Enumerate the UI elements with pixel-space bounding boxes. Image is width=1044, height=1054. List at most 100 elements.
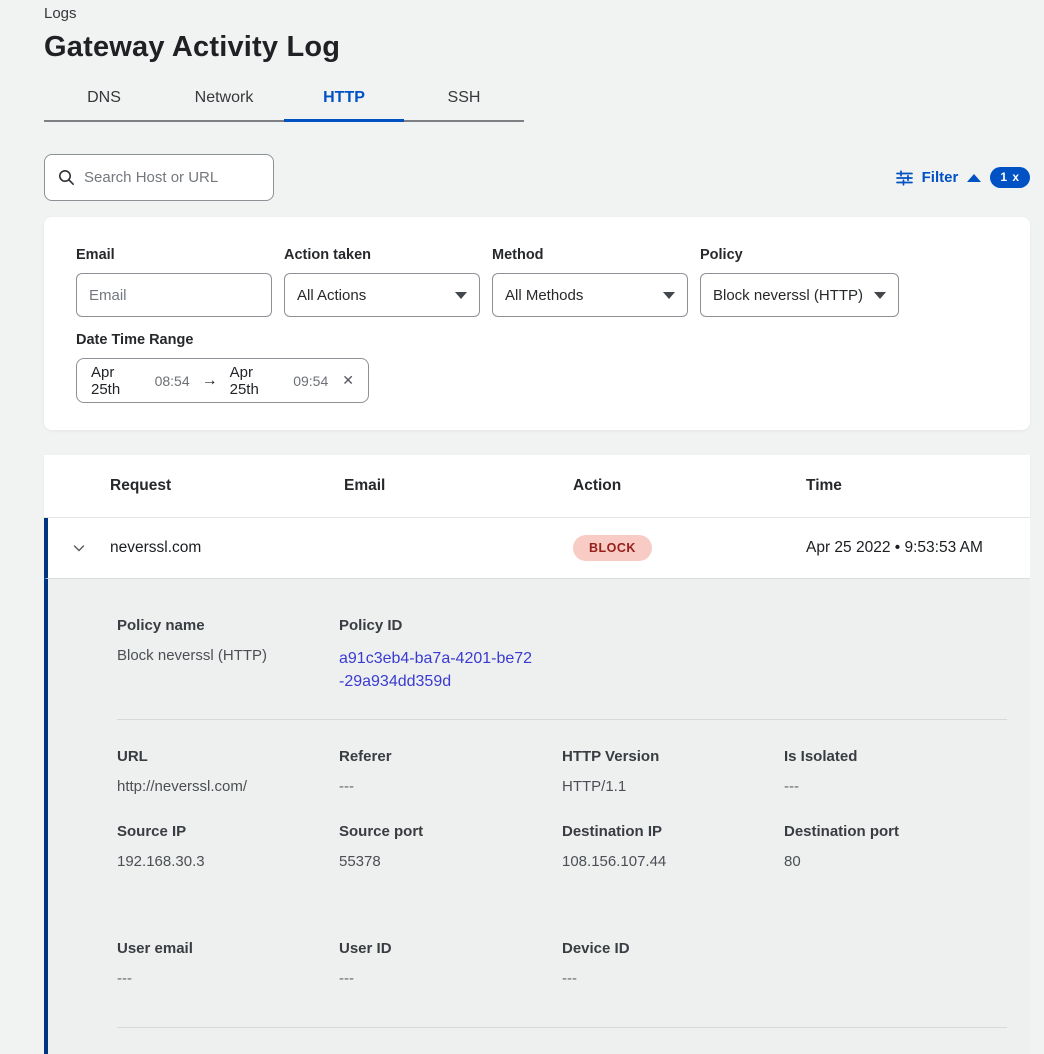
source-port-item: Source port 55378 <box>339 823 562 870</box>
action-taken-field: Action taken All Actions <box>284 247 480 317</box>
device-id-value: --- <box>562 970 784 987</box>
page-title: Gateway Activity Log <box>44 31 1030 64</box>
tab-network[interactable]: Network <box>164 78 284 122</box>
page-content: Logs Gateway Activity Log DNS Network HT… <box>44 0 1030 1054</box>
filter-controls[interactable]: Filter 1 x <box>896 167 1030 188</box>
end-time[interactable]: 09:54 <box>293 373 328 389</box>
url-item: URL http://neverssl.com/ <box>117 748 339 795</box>
referer-value: --- <box>339 778 562 795</box>
user-section: User email --- User ID --- Device ID --- <box>117 940 1007 987</box>
policy-id-label: Policy ID <box>339 617 1007 634</box>
http-version-label: HTTP Version <box>562 748 784 765</box>
method-select[interactable]: All Methods <box>492 273 688 317</box>
expand-chevron-icon[interactable] <box>48 540 110 556</box>
referer-label: Referer <box>339 748 562 765</box>
search-box[interactable] <box>44 154 274 201</box>
date-range-label: Date Time Range <box>76 332 998 348</box>
url-value: http://neverssl.com/ <box>117 778 339 795</box>
email-filter-input[interactable] <box>89 287 259 304</box>
search-icon <box>58 169 75 186</box>
tab-ssh[interactable]: SSH <box>404 78 524 122</box>
row-request: neverssl.com <box>110 539 344 557</box>
policy-id-item: Policy ID a91c3eb4-ba7a-4201-be72-29a934… <box>339 617 1007 693</box>
method-field: Method All Methods <box>492 247 688 317</box>
http-version-value: HTTP/1.1 <box>562 778 784 795</box>
destination-ip-item: Destination IP 108.156.107.44 <box>562 823 784 870</box>
policy-field: Policy Block neverssl (HTTP) <box>700 247 899 317</box>
chevron-down-icon <box>874 292 886 299</box>
source-ip-item: Source IP 192.168.30.3 <box>117 823 339 870</box>
divider <box>117 719 1007 720</box>
source-port-label: Source port <box>339 823 562 840</box>
date-range-picker[interactable]: Apr 25th 08:54 → Apr 25th 09:54 ✕ <box>76 358 369 403</box>
filter-panel: Email Action taken All Actions Method Al… <box>44 217 1030 430</box>
method-value: All Methods <box>505 287 583 304</box>
breadcrumb[interactable]: Logs <box>44 0 1030 22</box>
table-header: Request Email Action Time <box>44 455 1030 518</box>
filter-count-badge[interactable]: 1 x <box>990 167 1030 188</box>
filter-fields-row: Email Action taken All Actions Method Al… <box>76 247 998 317</box>
tab-dns[interactable]: DNS <box>44 78 164 122</box>
start-date[interactable]: Apr 25th <box>91 364 145 398</box>
activity-log-table: Request Email Action Time neverssl.com B… <box>44 455 1030 1054</box>
url-label: URL <box>117 748 339 765</box>
filter-button[interactable]: Filter <box>922 169 959 186</box>
action-taken-label: Action taken <box>284 247 480 263</box>
destination-port-item: Destination port 80 <box>784 823 1007 870</box>
referer-item: Referer --- <box>339 748 562 795</box>
is-isolated-value: --- <box>784 778 1007 795</box>
destination-port-label: Destination port <box>784 823 1007 840</box>
device-id-item: Device ID --- <box>562 940 784 987</box>
network-section: Source IP 192.168.30.3 Source port 55378… <box>117 823 1007 870</box>
policy-section: Policy name Block neverssl (HTTP) Policy… <box>117 617 1007 693</box>
table-row[interactable]: neverssl.com BLOCK Apr 25 2022 • 9:53:53… <box>44 518 1030 578</box>
block-status-badge: BLOCK <box>573 535 652 561</box>
device-id-label: Device ID <box>562 940 784 957</box>
user-id-value: --- <box>339 970 562 987</box>
is-isolated-label: Is Isolated <box>784 748 1007 765</box>
source-port-value: 55378 <box>339 853 562 870</box>
tab-bar: DNS Network HTTP SSH <box>44 78 524 122</box>
caret-up-icon[interactable] <box>967 174 981 182</box>
policy-value: Block neverssl (HTTP) <box>713 287 863 304</box>
method-label: Method <box>492 247 688 263</box>
url-section: URL http://neverssl.com/ Referer --- HTT… <box>117 748 1007 795</box>
policy-label: Policy <box>700 247 899 263</box>
source-ip-value: 192.168.30.3 <box>117 853 339 870</box>
http-version-item: HTTP Version HTTP/1.1 <box>562 748 784 795</box>
user-id-label: User ID <box>339 940 562 957</box>
search-filter-bar: Filter 1 x <box>44 154 1030 201</box>
start-time[interactable]: 08:54 <box>155 373 190 389</box>
date-range-field: Date Time Range Apr 25th 08:54 → Apr 25t… <box>76 332 998 403</box>
search-input[interactable] <box>84 169 283 186</box>
policy-name-label: Policy name <box>117 617 339 634</box>
email-filter-field: Email <box>76 247 272 317</box>
column-header-email: Email <box>344 477 573 495</box>
policy-name-item: Policy name Block neverssl (HTTP) <box>117 617 339 693</box>
user-email-item: User email --- <box>117 940 339 987</box>
chevron-down-icon <box>455 292 467 299</box>
expanded-row-details: Policy name Block neverssl (HTTP) Policy… <box>44 578 1030 1054</box>
is-isolated-item: Is Isolated --- <box>784 748 1007 795</box>
email-filter-input-wrap[interactable] <box>76 273 272 317</box>
column-header-action: Action <box>573 477 806 495</box>
policy-id-link[interactable]: a91c3eb4-ba7a-4201-be72-29a934dd359d <box>339 647 535 693</box>
email-filter-label: Email <box>76 247 272 263</box>
tab-http[interactable]: HTTP <box>284 78 404 122</box>
destination-ip-label: Destination IP <box>562 823 784 840</box>
user-id-item: User ID --- <box>339 940 562 987</box>
source-ip-label: Source IP <box>117 823 339 840</box>
destination-port-value: 80 <box>784 853 1007 870</box>
row-action: BLOCK <box>573 535 806 561</box>
policy-select[interactable]: Block neverssl (HTTP) <box>700 273 899 317</box>
user-email-value: --- <box>117 970 339 987</box>
destination-ip-value: 108.156.107.44 <box>562 853 784 870</box>
policy-name-value: Block neverssl (HTTP) <box>117 647 339 664</box>
clear-date-range-icon[interactable]: ✕ <box>342 372 354 389</box>
chevron-down-icon <box>663 292 675 299</box>
column-header-time: Time <box>806 477 1030 495</box>
row-time: Apr 25 2022 • 9:53:53 AM <box>806 539 1030 557</box>
filter-sliders-icon <box>896 170 913 186</box>
end-date[interactable]: Apr 25th <box>230 364 284 398</box>
action-taken-select[interactable]: All Actions <box>284 273 480 317</box>
